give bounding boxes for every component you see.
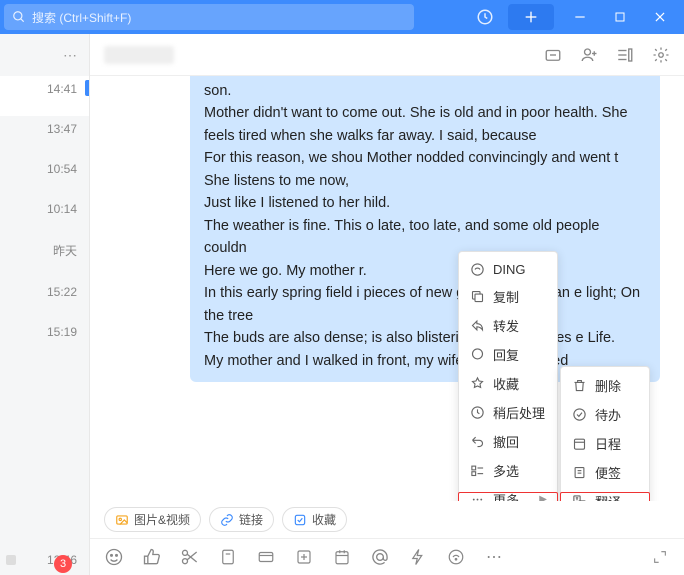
attachment-bar: 图片&视频 链接 收藏 (90, 501, 684, 538)
menu-label: 收藏 (493, 374, 519, 393)
later-icon (469, 405, 485, 421)
attach-link[interactable]: 链接 (209, 507, 274, 532)
menu-label: 删除 (595, 376, 621, 395)
conversation-item[interactable]: 10:14 (0, 196, 89, 236)
card-icon[interactable] (256, 547, 276, 567)
menu-item-copy[interactable]: 复制 (459, 282, 557, 311)
attach-pic-video[interactable]: 图片&视频 (104, 507, 201, 532)
menu-item-revoke[interactable]: 撤回 (459, 427, 557, 456)
conversation-sidebar: ⋯ 14:4113:4710:5410:14昨天15:2215:19 12:46… (0, 34, 90, 575)
translate-icon (571, 494, 587, 502)
minimize-button[interactable] (560, 0, 600, 34)
conversation-item[interactable]: 15:22 (0, 279, 89, 319)
maximize-button[interactable] (600, 0, 640, 34)
add-member-icon[interactable] (580, 46, 598, 64)
ding-icon (469, 261, 485, 277)
multi-icon (469, 463, 485, 479)
conversation-item[interactable]: 10:54 (0, 156, 89, 196)
flash-icon[interactable] (408, 547, 428, 567)
menu-label: 复制 (493, 287, 519, 306)
note-icon[interactable] (218, 547, 238, 567)
conversation-item[interactable]: 15:19 (0, 319, 89, 359)
menu-label: 多选 (493, 461, 519, 480)
expand-icon[interactable] (650, 547, 670, 567)
message-line: For this reason, we shou Mother nodded c… (204, 147, 646, 192)
menu-label: 日程 (595, 434, 621, 453)
copy-icon (469, 289, 485, 305)
menu-item-fav[interactable]: 收藏 (459, 369, 557, 398)
menu-item-more[interactable]: 更多 ▶ (459, 485, 557, 501)
fav-icon (469, 376, 485, 392)
chat-header (90, 34, 684, 76)
history-button[interactable] (468, 0, 502, 34)
context-submenu: 删除待办日程便签翻译 (560, 366, 650, 501)
ding-icon[interactable] (446, 547, 466, 567)
upload-icon[interactable] (294, 547, 314, 567)
message-bubble[interactable]: son.Mother didn't want to come out. She … (190, 76, 660, 382)
menu-item-forward[interactable]: 转发 (459, 311, 557, 340)
at-icon[interactable] (370, 547, 390, 567)
message-line: The buds are also dense; is also blister… (204, 327, 646, 349)
chevron-right-icon: ▶ (539, 494, 547, 501)
new-button[interactable] (508, 4, 554, 30)
unread-badge: 3 (54, 555, 72, 573)
search-placeholder: 搜索 (Ctrl+Shift+F) (32, 9, 131, 26)
message-line: The weather is fine. This o late, too la… (204, 215, 646, 260)
delete-icon (571, 378, 587, 394)
context-menu: DING 复制转发回复收藏稍后处理撤回多选更多 ▶ (458, 251, 558, 501)
avatar-placeholder (6, 555, 16, 565)
forward-icon (469, 318, 485, 334)
conversation-item[interactable]: 昨天 (0, 236, 89, 279)
more-tools-icon[interactable]: ⋯ (484, 547, 504, 567)
menu-label: DING (493, 262, 526, 277)
submenu-item-calendar[interactable]: 日程 (561, 429, 649, 458)
menu-label: 翻译 (595, 492, 621, 501)
settings-icon[interactable] (652, 46, 670, 64)
reply-icon (469, 347, 485, 363)
menu-label: 转发 (493, 316, 519, 335)
sidebar-footer-item[interactable]: 12:46 3 (0, 547, 89, 575)
todo-icon (571, 407, 587, 423)
attach-fav[interactable]: 收藏 (282, 507, 347, 532)
sidebar-menu-icon[interactable]: ⋯ (0, 34, 89, 76)
message-line: Here we go. My mother r. (204, 260, 646, 282)
message-line: Just like I listened to her hild. (204, 192, 646, 214)
calendar-icon[interactable] (332, 547, 352, 567)
emoji-icon[interactable] (104, 547, 124, 567)
note-icon (571, 465, 587, 481)
menu-label: 稍后处理 (493, 403, 545, 422)
submenu-item-delete[interactable]: 删除 (561, 371, 649, 400)
panel-icon[interactable] (616, 46, 634, 64)
menu-item-later[interactable]: 稍后处理 (459, 398, 557, 427)
scissors-icon[interactable] (180, 547, 200, 567)
menu-item-multi[interactable]: 多选 (459, 456, 557, 485)
conversation-item[interactable]: 14:41 (0, 76, 89, 116)
submenu-item-todo[interactable]: 待办 (561, 400, 649, 429)
submenu-item-note[interactable]: 便签 (561, 458, 649, 487)
folder-icon[interactable] (544, 46, 562, 64)
chat-area: son.Mother didn't want to come out. She … (90, 76, 684, 501)
input-toolbar: ⋯ (90, 538, 684, 575)
calendar-icon (571, 436, 587, 452)
revoke-icon (469, 434, 485, 450)
menu-label: 便签 (595, 463, 621, 482)
menu-item-ding[interactable]: DING (459, 256, 557, 282)
search-input[interactable]: 搜索 (Ctrl+Shift+F) (4, 4, 414, 30)
close-button[interactable] (640, 0, 680, 34)
menu-label: 待办 (595, 405, 621, 424)
contact-name-blurred (104, 46, 174, 64)
more-icon (469, 492, 485, 502)
thumbs-up-icon[interactable] (142, 547, 162, 567)
conversation-item[interactable]: 13:47 (0, 116, 89, 156)
menu-item-reply[interactable]: 回复 (459, 340, 557, 369)
message-line: In this early spring field i pieces of n… (204, 282, 646, 327)
submenu-item-translate[interactable]: 翻译 (561, 487, 649, 501)
menu-label: 更多 (493, 490, 519, 501)
message-line: Mother didn't want to come out. She is o… (204, 102, 646, 147)
message-line: son. (204, 80, 646, 102)
menu-label: 回复 (493, 345, 519, 364)
menu-label: 撤回 (493, 432, 519, 451)
